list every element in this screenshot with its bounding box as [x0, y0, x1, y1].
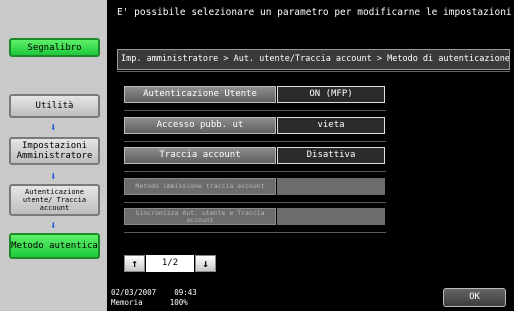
user-auth-button[interactable]: Autenticazione Utente	[124, 86, 276, 103]
ok-button[interactable]: OK	[443, 288, 506, 307]
account-track-input-method-button: Metodo immissione traccia account	[124, 178, 276, 195]
bookmark-button[interactable]: Segnalibro	[9, 38, 100, 57]
date: 02/03/2007	[111, 288, 157, 297]
arrow-down-icon: ⬇	[50, 170, 57, 183]
bookmark-label: Segnalibro	[27, 42, 82, 53]
account-track-button[interactable]: Traccia account	[124, 147, 276, 164]
page-down-button[interactable]: ↓	[195, 254, 216, 272]
setting-label: Autenticazione Utente	[143, 89, 257, 99]
datetime: 02/03/2007 09:43	[111, 289, 197, 297]
sidebar-item-label: Impostazioni Amministratore	[16, 141, 93, 161]
divider	[124, 171, 386, 172]
sidebar-item-label: Utilità	[35, 101, 74, 111]
memory-value: 100%	[169, 298, 188, 307]
divider	[124, 110, 386, 111]
setting-label: Traccia account	[159, 150, 241, 160]
instruction-message: E' possibile selezionare un parametro pe…	[107, 0, 514, 40]
breadcrumb-divider	[117, 71, 510, 72]
arrow-down-icon: ↓	[202, 256, 209, 270]
breadcrumb: Imp. amministratore > Aut. utente/Tracci…	[117, 49, 510, 70]
sidebar-item-label: Autenticazione utente/ Traccia account	[22, 188, 87, 212]
arrow-down-icon: ⬇	[50, 219, 57, 232]
pager: ↑ 1/2 ↓	[124, 254, 216, 272]
sidebar-item-user-auth[interactable]: Autenticazione utente/ Traccia account	[9, 184, 100, 216]
setting-label: Accesso pubb. ut	[156, 120, 244, 130]
sidebar-item-label: Metodo autentica	[11, 241, 98, 251]
memory-label: Memoria	[111, 298, 143, 307]
sync-auth-account-value	[277, 208, 385, 225]
public-access-value: vieta	[277, 117, 385, 134]
time: 09:43	[174, 288, 197, 297]
ok-label: OK	[469, 292, 480, 302]
arrow-up-icon: ↑	[131, 256, 138, 270]
setting-label: Sincronizza Aut. utente e Traccia accoun…	[135, 208, 265, 224]
sidebar-item-auth-method[interactable]: Metodo autentica	[9, 233, 100, 259]
page-up-button[interactable]: ↑	[124, 254, 145, 272]
sidebar-item-utility[interactable]: Utilità	[9, 94, 100, 118]
main-panel: Imp. amministratore > Aut. utente/Tracci…	[107, 40, 514, 284]
account-track-input-method-value	[277, 178, 385, 195]
sync-auth-account-button: Sincronizza Aut. utente e Traccia accoun…	[124, 208, 276, 225]
left-column: Segnalibro Utilità ⬇ Impostazioni Ammini…	[0, 0, 107, 311]
divider	[124, 141, 386, 142]
user-auth-value: ON (MFP)	[277, 86, 385, 103]
status-bar: 02/03/2007 09:43 Memoria 100% OK	[107, 284, 514, 311]
memory: Memoria 100%	[111, 298, 188, 307]
public-access-button[interactable]: Accesso pubb. ut	[124, 117, 276, 134]
setting-label: Metodo immissione traccia account	[135, 182, 265, 190]
arrow-down-icon: ⬇	[50, 121, 57, 134]
page-indicator: 1/2	[146, 254, 194, 272]
divider	[124, 232, 386, 233]
divider	[124, 202, 386, 203]
account-track-value: Disattiva	[277, 147, 385, 164]
sidebar-item-admin-settings[interactable]: Impostazioni Amministratore	[9, 137, 100, 165]
